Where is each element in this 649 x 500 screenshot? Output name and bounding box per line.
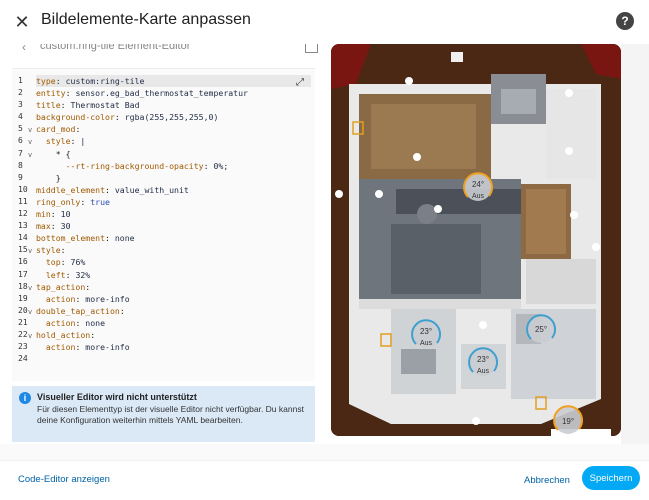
code-line[interactable]: * { [36, 148, 311, 160]
fold-chevron-icon[interactable]: v [28, 138, 32, 146]
code-line[interactable]: --rt-ring-background-opacity: 0%; [36, 160, 311, 172]
code-line[interactable]: type: custom:ring-tile [36, 75, 311, 88]
info-icon: i [19, 392, 31, 404]
code-content[interactable]: type: custom:ring-tile entity: sensor.eg_… [36, 75, 311, 365]
code-line[interactable]: max: 30 [36, 220, 311, 232]
cancel-button[interactable]: Abbrechen [516, 469, 578, 492]
code-line[interactable]: hold_action: [36, 329, 311, 341]
floorplan-image: 24° Aus 23° Aus 23° Aus 25° 19° [331, 44, 621, 436]
line-number-text: 23 [18, 342, 28, 352]
code-line[interactable]: action: more-info [36, 293, 311, 305]
info-body: Für diesen Elementtyp ist der visuelle E… [37, 404, 304, 425]
floorplan-preview: 24° Aus 23° Aus 23° Aus 25° 19° [331, 44, 621, 436]
code-line[interactable]: action: more-info [36, 341, 311, 353]
close-icon[interactable]: ✕ [10, 10, 34, 34]
code-line[interactable]: } [36, 172, 311, 184]
code-line[interactable]: min: 10 [36, 208, 311, 220]
fullscreen-icon[interactable]: ⤢ [296, 77, 304, 88]
code-line[interactable]: bottom_element: none [36, 232, 311, 244]
line-number-text: 7 [18, 148, 23, 158]
content-fade [0, 444, 649, 460]
fold-chevron-icon[interactable]: v [28, 308, 32, 316]
scroll-area-edge [621, 44, 649, 444]
dialog-footer: Code-Editor anzeigen Abbrechen Speichern [0, 460, 649, 500]
help-icon[interactable]: ? [616, 12, 634, 30]
code-line[interactable]: style: | [36, 135, 311, 147]
line-number-text: 3 [18, 100, 23, 110]
line-number-text: 4 [18, 112, 23, 122]
code-line[interactable]: top: 76% [36, 256, 311, 268]
line-number-text: 14 [18, 233, 28, 243]
fold-chevron-icon[interactable]: v [28, 247, 32, 255]
info-alert: i Visueller Editor wird nicht unterstütz… [12, 386, 315, 442]
line-number-text: 16 [18, 257, 28, 267]
thermostat-3-value: 23° [477, 355, 489, 364]
code-line[interactable]: style: [36, 244, 311, 256]
line-number-text: 8 [18, 160, 23, 170]
thermostat-1-label: Aus [472, 193, 485, 200]
edit-dialog: ✕ Bildelemente-Karte anpassen ? ‹ custom… [0, 0, 649, 500]
thermostat-3-label: Aus [477, 368, 490, 375]
code-line[interactable]: left: 32% [36, 269, 311, 281]
dialog-header: ✕ Bildelemente-Karte anpassen ? [0, 0, 649, 44]
code-line[interactable]: entity: sensor.eg_bad_thermostat_tempera… [36, 87, 311, 99]
fold-chevron-icon[interactable]: v [28, 126, 32, 134]
code-line[interactable] [36, 353, 311, 365]
line-number-text: 21 [18, 317, 28, 327]
line-number-text: 10 [18, 184, 28, 194]
code-line[interactable]: title: Thermostat Bad [36, 99, 311, 111]
line-number-text: 12 [18, 209, 28, 219]
code-line[interactable]: ring_only: true [36, 196, 311, 208]
info-title: Visueller Editor wird nicht unterstützt [37, 392, 197, 402]
code-line[interactable]: background-color: rgba(255,255,255,0) [36, 111, 311, 123]
line-number-text: 20 [18, 305, 28, 315]
line-number-text: 18 [18, 281, 28, 291]
dialog-title: Bildelemente-Karte anpassen [41, 11, 251, 28]
thermostat-5-value: 19° [562, 417, 574, 426]
show-code-editor-button[interactable]: Code-Editor anzeigen [18, 474, 110, 485]
line-number-text: 6 [18, 136, 23, 146]
save-button[interactable]: Speichern [582, 466, 640, 490]
line-number-text: 5 [18, 124, 23, 134]
line-number-text: 13 [18, 221, 28, 231]
code-line[interactable]: double_tap_action: [36, 305, 311, 317]
thermostat-1-value: 24° [472, 180, 484, 189]
code-line[interactable]: middle_element: value_with_unit [36, 184, 311, 196]
thermostat-4-value: 25° [535, 325, 547, 334]
fold-chevron-icon[interactable]: v [28, 284, 32, 292]
thermostat-2-label: Aus [420, 340, 433, 347]
line-number-text: 1 [18, 76, 23, 85]
code-line[interactable]: action: none [36, 317, 311, 329]
line-number-text: 9 [18, 172, 23, 182]
thermostat-2-value: 23° [420, 327, 432, 336]
line-number-text: 19 [18, 293, 28, 303]
line-number-text: 11 [18, 196, 28, 206]
line-number-text: 15 [18, 245, 28, 255]
line-number-text: 22 [18, 329, 28, 339]
code-line[interactable]: tap_action: [36, 281, 311, 293]
line-number-text: 17 [18, 269, 28, 279]
fold-chevron-icon[interactable]: v [28, 332, 32, 340]
fold-chevron-icon[interactable]: v [28, 151, 32, 159]
code-line[interactable]: card_mod: [36, 123, 311, 135]
yaml-code-editor[interactable]: 1 2 3 4 5 v 6 v 7 v 8 9 10 11 12 13 14 15 v 16 17 18 v 19 20 v 21 2… [12, 68, 315, 381]
line-number-text: 24 [18, 354, 28, 364]
line-number-text: 2 [18, 88, 23, 98]
